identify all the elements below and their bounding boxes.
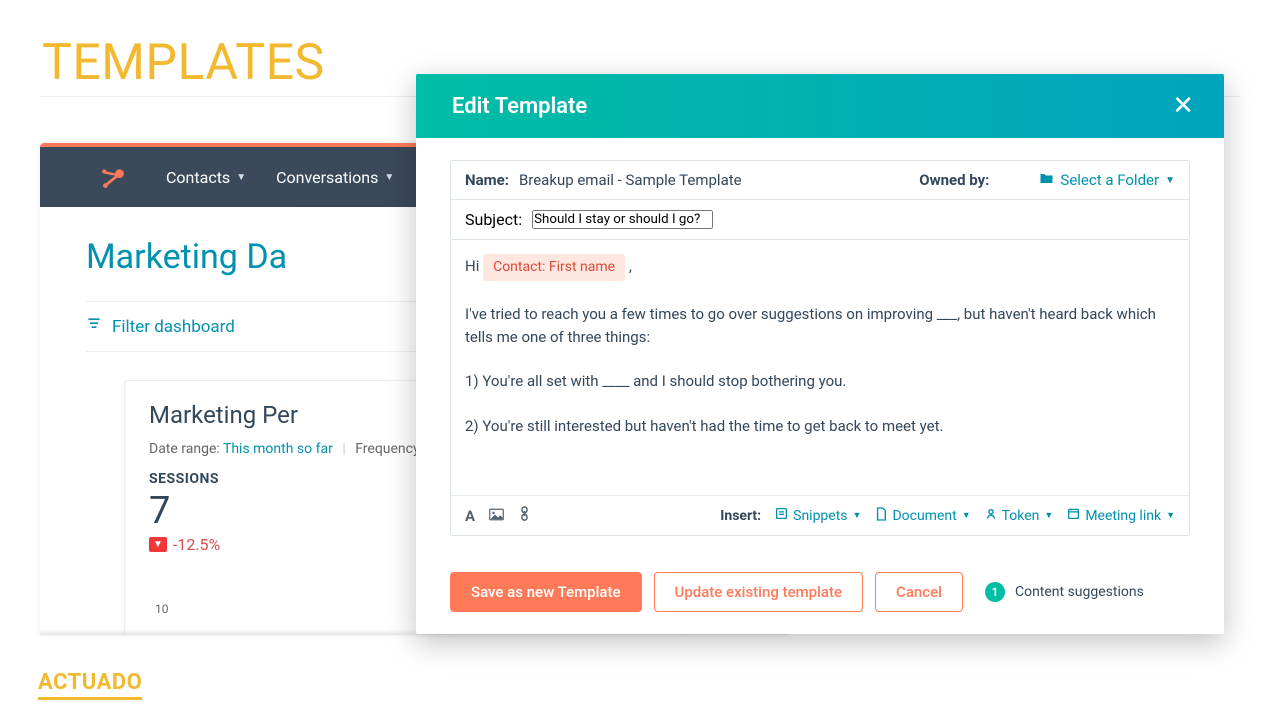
- select-folder-dropdown[interactable]: Select a Folder ▼: [1039, 171, 1175, 189]
- folder-label: Select a Folder: [1060, 171, 1159, 189]
- greeting-pre: Hi: [465, 257, 483, 275]
- subject-input[interactable]: [532, 210, 713, 229]
- down-arrow-icon: ▼: [149, 537, 167, 552]
- owned-by-label: Owned by:: [919, 171, 989, 189]
- subject-row: Subject:: [451, 200, 1189, 239]
- chevron-down-icon: ▼: [1044, 510, 1053, 521]
- editor-container: Hi Contact: First name , I've tried to r…: [450, 240, 1190, 536]
- suggestions-count-badge: 1: [985, 582, 1005, 602]
- nav-conversations[interactable]: Conversations ▼: [276, 168, 394, 187]
- close-icon[interactable]: ✕: [1172, 91, 1194, 121]
- modal-header: Edit Template ✕: [416, 74, 1224, 138]
- insert-document[interactable]: Document▼: [875, 507, 970, 525]
- nav-contacts[interactable]: Contacts ▼: [166, 168, 246, 187]
- token-icon: [985, 507, 997, 524]
- body-p2: 1) You're all set with ____ and I should…: [465, 370, 1169, 393]
- modal-body: Name: Owned by: Select a Folder ▼ Subjec…: [416, 138, 1224, 550]
- insert-snippets[interactable]: Snippets▼: [775, 507, 861, 524]
- chevron-down-icon: ▼: [236, 172, 246, 183]
- personalization-token[interactable]: Contact: First name: [483, 254, 625, 281]
- suggestions-label: Content suggestions: [1015, 584, 1144, 600]
- chevron-down-icon: ▼: [1165, 175, 1175, 186]
- insert-token[interactable]: Token▼: [985, 507, 1054, 524]
- body-p3: 2) You're still interested but haven't h…: [465, 415, 1169, 438]
- image-icon[interactable]: [489, 507, 504, 525]
- brand-footer: ACTUADO: [38, 670, 142, 700]
- slide-title: TEMPLATES: [42, 34, 325, 92]
- body-p1: I've tried to reach you a few times to g…: [465, 303, 1169, 348]
- greeting-post: ,: [629, 257, 632, 275]
- modal-footer: Save as new Template Update existing tem…: [416, 550, 1224, 634]
- calendar-icon: [1067, 507, 1080, 524]
- name-row: Name: Owned by: Select a Folder ▼: [451, 161, 1189, 200]
- edit-template-modal: Edit Template ✕ Name: Owned by: Select a…: [416, 74, 1224, 634]
- link-icon[interactable]: [518, 506, 531, 525]
- insert-label: Insert:: [720, 508, 761, 524]
- filter-label: Filter dashboard: [112, 317, 235, 337]
- subject-label: Subject:: [465, 210, 522, 229]
- hubspot-logo-icon: [100, 165, 126, 191]
- nav-conversations-label: Conversations: [276, 168, 378, 187]
- modal-title: Edit Template: [452, 94, 587, 119]
- cancel-button[interactable]: Cancel: [875, 572, 963, 612]
- snippets-icon: [775, 507, 788, 524]
- folder-icon: [1039, 171, 1054, 189]
- insert-bar: Insert: Snippets▼ Document▼ Token▼: [720, 507, 1175, 525]
- name-label: Name:: [465, 171, 509, 189]
- chevron-down-icon: ▼: [384, 172, 394, 183]
- filter-icon: [86, 316, 102, 337]
- insert-meeting-link[interactable]: Meeting link▼: [1067, 507, 1175, 524]
- chevron-down-icon: ▼: [962, 510, 971, 521]
- document-icon: [875, 507, 887, 525]
- update-existing-template-button[interactable]: Update existing template: [654, 572, 864, 612]
- save-as-new-template-button[interactable]: Save as new Template: [450, 572, 642, 612]
- text-format-icon[interactable]: A: [465, 507, 475, 525]
- template-form: Name: Owned by: Select a Folder ▼ Subjec…: [450, 160, 1190, 240]
- nav-contacts-label: Contacts: [166, 168, 230, 187]
- template-name-input[interactable]: [519, 171, 909, 189]
- template-body-editor[interactable]: Hi Contact: First name , I've tried to r…: [451, 240, 1189, 496]
- chevron-down-icon: ▼: [853, 510, 862, 521]
- content-suggestions[interactable]: 1 Content suggestions: [985, 582, 1144, 602]
- chevron-down-icon: ▼: [1166, 510, 1175, 521]
- editor-toolbar: A Insert: Snippets▼ Document▼: [451, 495, 1189, 535]
